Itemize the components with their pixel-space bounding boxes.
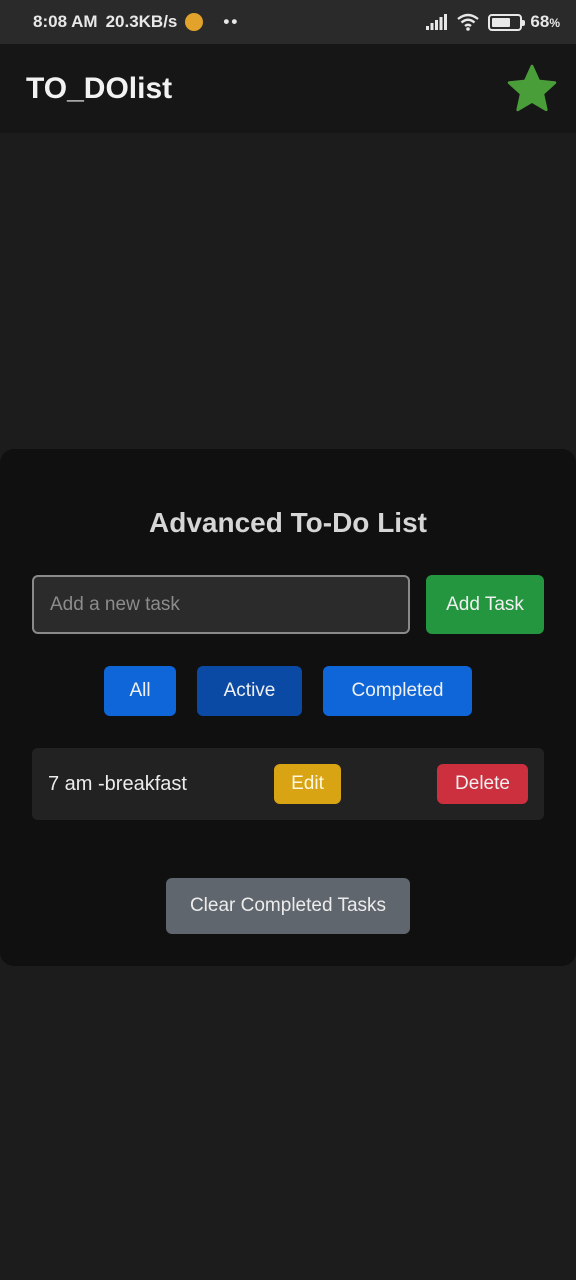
more-notifications-icon: •• bbox=[223, 12, 240, 31]
app-title: TO_DOlist bbox=[26, 71, 173, 105]
edit-task-button[interactable]: Edit bbox=[274, 764, 341, 804]
battery-level-fill bbox=[492, 17, 511, 27]
status-bar: 8:08 AM 20.3KB/s •• 68% bbox=[0, 0, 576, 44]
delete-task-button[interactable]: Delete bbox=[437, 764, 528, 804]
task-text: 7 am -breakfast bbox=[48, 773, 187, 795]
battery-icon bbox=[488, 13, 526, 31]
add-task-button[interactable]: Add Task bbox=[426, 575, 544, 634]
status-time: 8:08 AM bbox=[33, 12, 98, 31]
card-title: Advanced To-Do List bbox=[149, 507, 427, 538]
notification-app-icon bbox=[185, 13, 204, 31]
task-item: 7 am -breakfast Edit Delete bbox=[32, 748, 544, 820]
new-task-input[interactable] bbox=[32, 575, 410, 634]
todo-card: Advanced To-Do List Add Task All Active … bbox=[0, 449, 576, 966]
filter-completed-button[interactable]: Completed bbox=[323, 666, 472, 716]
star-icon[interactable] bbox=[504, 61, 560, 117]
wifi-icon bbox=[457, 13, 480, 31]
clear-completed-button[interactable]: Clear Completed Tasks bbox=[166, 878, 410, 934]
status-network-speed: 20.3KB/s bbox=[105, 12, 178, 31]
battery-percent: 68% bbox=[530, 12, 560, 31]
filter-active-button[interactable]: Active bbox=[197, 666, 302, 716]
filter-all-button[interactable]: All bbox=[104, 666, 176, 716]
signal-icon bbox=[426, 14, 448, 30]
app-bar: TO_DOlist bbox=[0, 44, 576, 133]
